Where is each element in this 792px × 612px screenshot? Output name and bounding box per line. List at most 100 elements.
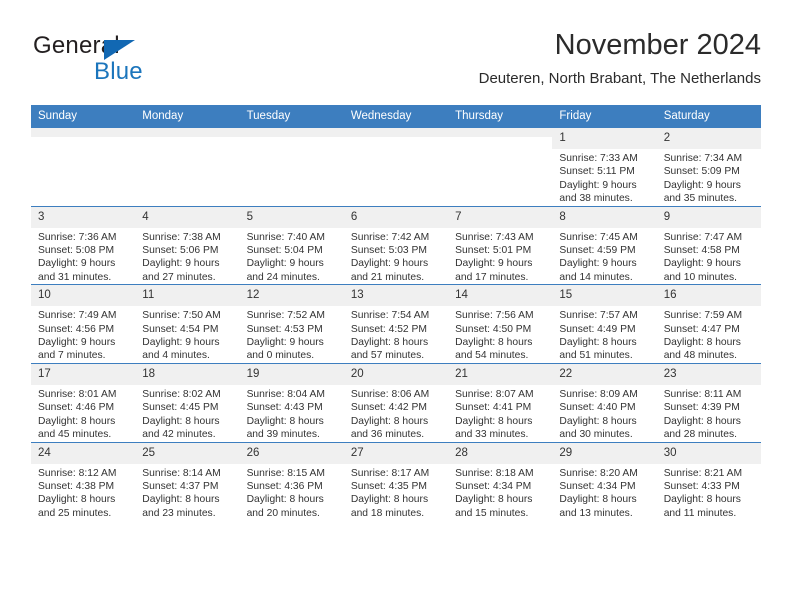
calendar-day-cell[interactable]: 8 Sunrise: 7:45 AM Sunset: 4:59 PM Daylight… [552, 205, 657, 285]
daylight-duration-line1: Daylight: 9 hours [38, 258, 116, 270]
calendar-day-cell[interactable]: 19 Sunrise: 8:04 AM Sunset: 4:43 PM Dayligh… [239, 362, 344, 442]
daylight-duration-line1: Daylight: 9 hours [350, 258, 429, 270]
calendar-day-cell[interactable]: 20 Sunrise: 8:06 AM Sunset: 4:42 PM Dayligh… [343, 362, 449, 442]
day-details: Sunrise: 7:47 AM Sunset: 4:58 PM Daylight:… [657, 228, 761, 285]
calendar-day-cell[interactable]: 12 Sunrise: 7:52 AM Sunset: 4:53 PM Dayligh… [239, 284, 344, 364]
daylight-duration-line1: Daylight: 9 hours [142, 337, 220, 349]
weekday-header-tuesday: Tuesday [239, 105, 344, 128]
daylight-duration-line1: Daylight: 9 hours [663, 258, 741, 270]
generalblue-logo[interactable]: General Blue [31, 32, 251, 92]
calendar-day-cell[interactable]: 1 Sunrise: 7:33 AM Sunset: 5:11 PM Daylight… [552, 127, 657, 207]
day-number: 29 [552, 442, 657, 464]
daylight-duration-line1: Daylight: 9 hours [246, 337, 324, 349]
sunset-time: Sunset: 4:33 PM [663, 480, 740, 492]
calendar-day-cell[interactable]: 7 Sunrise: 7:43 AM Sunset: 5:01 PM Daylight… [448, 205, 553, 285]
day-number: 30 [656, 442, 761, 464]
daylight-duration-line1: Daylight: 8 hours [350, 415, 429, 427]
daylight-duration-line1: Daylight: 8 hours [142, 494, 220, 506]
day-details: Sunrise: 7:56 AM Sunset: 4:50 PM Daylight:… [448, 306, 552, 363]
daylight-duration-line1: Daylight: 8 hours [663, 494, 741, 506]
day-details: Sunrise: 8:11 AM Sunset: 4:39 PM Daylight:… [657, 385, 761, 442]
sunset-time: Sunset: 4:52 PM [350, 323, 427, 335]
calendar-day-cell[interactable]: 26 Sunrise: 8:15 AM Sunset: 4:36 PM Dayligh… [239, 441, 344, 521]
day-number: 1 [552, 128, 657, 149]
weekday-header-saturday: Saturday [656, 105, 761, 128]
sunrise-time: Sunrise: 7:52 AM [246, 310, 325, 322]
day-details: Sunrise: 8:21 AM Sunset: 4:33 PM Daylight:… [657, 464, 761, 521]
calendar-day-cell[interactable]: 13 Sunrise: 7:54 AM Sunset: 4:52 PM Dayligh… [343, 284, 449, 364]
daylight-duration-line2: and 35 minutes. [663, 193, 737, 205]
day-number: 28 [448, 442, 553, 464]
calendar-day-cell[interactable]: 24 Sunrise: 8:12 AM Sunset: 4:38 PM Dayligh… [31, 441, 136, 521]
calendar-day-cell[interactable]: 11 Sunrise: 7:50 AM Sunset: 4:54 PM Dayligh… [135, 284, 240, 364]
sunrise-time: Sunrise: 8:17 AM [350, 467, 430, 479]
day-number [135, 128, 240, 137]
calendar-day-cell[interactable]: 16 Sunrise: 7:59 AM Sunset: 4:47 PM Dayligh… [656, 284, 761, 364]
calendar-day-cell[interactable]: 25 Sunrise: 8:14 AM Sunset: 4:37 PM Dayligh… [135, 441, 240, 521]
daylight-duration-line2: and 18 minutes. [350, 507, 425, 519]
day-details: Sunrise: 8:02 AM Sunset: 4:45 PM Daylight:… [135, 385, 239, 442]
sunrise-time: Sunrise: 7:47 AM [663, 231, 743, 243]
calendar-day-cell[interactable]: 9 Sunrise: 7:47 AM Sunset: 4:58 PM Daylight… [656, 205, 761, 285]
calendar-day-cell[interactable]: 5 Sunrise: 7:40 AM Sunset: 5:04 PM Daylight… [239, 205, 344, 285]
sunrise-time: Sunrise: 8:06 AM [350, 388, 430, 400]
calendar-day-cell[interactable]: 30 Sunrise: 8:21 AM Sunset: 4:33 PM Dayligh… [656, 441, 761, 521]
calendar-day-cell[interactable]: 6 Sunrise: 7:42 AM Sunset: 5:03 PM Daylight… [343, 205, 449, 285]
sunrise-time: Sunrise: 7:36 AM [38, 231, 117, 243]
calendar-day-cell[interactable]: 21 Sunrise: 8:07 AM Sunset: 4:41 PM Dayligh… [448, 362, 553, 442]
calendar-day-cell[interactable]: 17 Sunrise: 8:01 AM Sunset: 4:46 PM Dayligh… [31, 362, 136, 442]
calendar-day-cell[interactable]: 15 Sunrise: 7:57 AM Sunset: 4:49 PM Dayligh… [552, 284, 657, 364]
day-number: 2 [656, 128, 761, 149]
daylight-duration-line1: Daylight: 8 hours [559, 415, 637, 427]
day-details: Sunrise: 7:57 AM Sunset: 4:49 PM Daylight:… [552, 306, 656, 363]
sunrise-time: Sunrise: 8:21 AM [663, 467, 743, 479]
calendar-day-cell[interactable]: 29 Sunrise: 8:20 AM Sunset: 4:34 PM Dayligh… [552, 441, 657, 521]
daylight-duration-line2: and 7 minutes. [38, 350, 106, 362]
sunset-time: Sunset: 4:58 PM [663, 245, 740, 257]
daylight-duration-line1: Daylight: 8 hours [455, 415, 533, 427]
day-number: 16 [656, 285, 761, 307]
calendar-day-cell[interactable]: 28 Sunrise: 8:18 AM Sunset: 4:34 PM Dayligh… [448, 441, 553, 521]
day-details: Sunrise: 7:40 AM Sunset: 5:04 PM Daylight:… [240, 228, 344, 285]
calendar-day-cell[interactable]: 27 Sunrise: 8:17 AM Sunset: 4:35 PM Dayligh… [343, 441, 449, 521]
day-number: 5 [239, 206, 344, 228]
daylight-duration-line2: and 57 minutes. [350, 350, 425, 362]
daylight-duration-line2: and 48 minutes. [663, 350, 737, 362]
sunset-time: Sunset: 4:49 PM [559, 323, 636, 335]
calendar-day-cell[interactable]: 22 Sunrise: 8:09 AM Sunset: 4:40 PM Dayligh… [552, 362, 657, 442]
day-details: Sunrise: 7:42 AM Sunset: 5:03 PM Daylight:… [344, 228, 448, 285]
weekday-header-thursday: Thursday [448, 105, 553, 128]
calendar-day-cell[interactable]: 10 Sunrise: 7:49 AM Sunset: 4:56 PM Dayligh… [31, 284, 136, 364]
daylight-duration-line1: Daylight: 8 hours [246, 494, 324, 506]
day-number: 19 [239, 363, 344, 385]
daylight-duration-line2: and 51 minutes. [559, 350, 633, 362]
weekday-header-friday: Friday [552, 105, 657, 128]
daylight-duration-line2: and 45 minutes. [38, 429, 112, 441]
daylight-duration-line2: and 33 minutes. [455, 429, 529, 441]
calendar-day-cell[interactable]: 18 Sunrise: 8:02 AM Sunset: 4:45 PM Dayligh… [135, 362, 240, 442]
daylight-duration-line2: and 42 minutes. [142, 429, 216, 441]
daylight-duration-line2: and 38 minutes. [559, 193, 633, 205]
sunrise-time: Sunrise: 8:01 AM [38, 388, 117, 400]
sunrise-time: Sunrise: 8:18 AM [455, 467, 534, 479]
sunset-time: Sunset: 4:50 PM [455, 323, 532, 335]
day-details: Sunrise: 7:43 AM Sunset: 5:01 PM Daylight:… [448, 228, 552, 285]
calendar-day-cell[interactable]: 4 Sunrise: 7:38 AM Sunset: 5:06 PM Daylight… [135, 205, 240, 285]
daylight-duration-line2: and 25 minutes. [38, 507, 112, 519]
calendar-day-cell[interactable]: 14 Sunrise: 7:56 AM Sunset: 4:50 PM Dayligh… [448, 284, 553, 364]
calendar-day-cell[interactable]: 23 Sunrise: 8:11 AM Sunset: 4:39 PM Dayligh… [656, 362, 761, 442]
page-header: General Blue November 2024 Deuteren, Nor… [31, 28, 761, 100]
calendar-day-cell[interactable]: 3 Sunrise: 7:36 AM Sunset: 5:08 PM Daylight… [31, 205, 136, 285]
sunrise-time: Sunrise: 7:33 AM [559, 153, 638, 164]
day-number: 11 [135, 285, 240, 307]
calendar-day-cell[interactable]: 2 Sunrise: 7:34 AM Sunset: 5:09 PM Daylight… [656, 127, 761, 207]
day-number: 14 [448, 285, 553, 307]
day-number: 3 [31, 206, 136, 228]
daylight-duration-line1: Daylight: 8 hours [350, 494, 429, 506]
sunset-time: Sunset: 5:03 PM [350, 245, 427, 257]
daylight-duration-line1: Daylight: 8 hours [559, 337, 637, 349]
daylight-duration-line1: Daylight: 8 hours [246, 415, 324, 427]
sunrise-time: Sunrise: 7:59 AM [663, 310, 743, 322]
sunset-time: Sunset: 4:40 PM [559, 402, 636, 414]
sunset-time: Sunset: 5:11 PM [559, 166, 635, 178]
